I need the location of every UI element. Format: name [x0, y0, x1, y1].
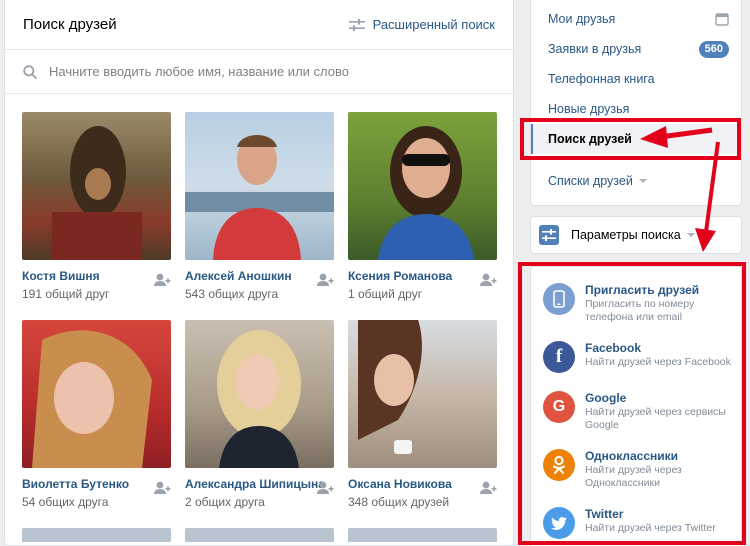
photo-art — [32, 330, 152, 468]
person-photo[interactable] — [22, 320, 171, 468]
menu-item-label: Списки друзей — [548, 174, 633, 188]
person-photo-partial[interactable] — [185, 528, 334, 542]
sliders-icon — [348, 18, 365, 31]
photo-art — [185, 135, 334, 260]
menu-item-requests[interactable]: Заявки в друзья 560 — [531, 34, 741, 64]
person-photo[interactable] — [348, 320, 497, 468]
people-grid: Костя Вишня 191 общий друг Алексей Аношк… — [22, 112, 497, 542]
requests-count-badge: 560 — [698, 40, 729, 58]
add-friend-icon[interactable] — [479, 479, 497, 497]
add-friend-icon[interactable] — [153, 479, 171, 497]
panel-header: Поиск друзей Расширенный поиск — [5, 0, 513, 50]
mutual-friends: 543 общих друга — [185, 287, 279, 301]
person-photo[interactable] — [348, 112, 497, 260]
photo-art — [52, 126, 142, 260]
menu-item-my-friends[interactable]: Мои друзья — [531, 4, 741, 34]
chevron-down-icon — [638, 179, 647, 183]
person-name[interactable]: Костя Вишня — [22, 269, 100, 283]
search-icon — [23, 64, 37, 79]
person-card: Костя Вишня 191 общий друг — [22, 112, 171, 320]
photo-art — [358, 320, 422, 454]
add-friend-icon[interactable] — [479, 271, 497, 289]
person-photo[interactable] — [185, 320, 334, 468]
add-friend-icon[interactable] — [153, 271, 171, 289]
person-card: Александра Шипицына 2 общих друга — [185, 320, 334, 528]
friends-search-panel: Поиск друзей Расширенный поиск Костя Виш… — [4, 0, 514, 546]
photo-art — [378, 126, 474, 260]
menu-item-label: Заявки в друзья — [548, 42, 642, 56]
menu-item-label: Новые друзья — [548, 102, 630, 116]
person-name[interactable]: Виолетта Бутенко — [22, 477, 129, 491]
person-photo[interactable] — [185, 112, 334, 260]
search-input[interactable] — [49, 64, 495, 79]
mutual-friends: 2 общих друга — [185, 495, 265, 509]
advanced-search-link[interactable]: Расширенный поиск — [348, 17, 495, 32]
page-title: Поиск друзей — [23, 16, 117, 33]
menu-item-label: Мои друзья — [548, 12, 616, 26]
add-friend-icon[interactable] — [316, 479, 334, 497]
menu-item-label: Телефонная книга — [548, 72, 655, 86]
person-name[interactable]: Ксения Романова — [348, 269, 452, 283]
calendar-icon[interactable] — [715, 12, 729, 26]
mutual-friends: 54 общих друга — [22, 495, 109, 509]
highlight-box-find-friends — [520, 118, 741, 160]
person-card: Виолетта Бутенко 54 общих друга — [22, 320, 171, 528]
mutual-friends: 191 общий друг — [22, 287, 110, 301]
person-card: Оксана Новикова 348 общих друзей — [348, 320, 497, 528]
person-photo[interactable] — [22, 112, 171, 260]
chevron-down-icon — [686, 233, 695, 237]
highlight-box-invite — [518, 262, 746, 545]
person-card: Ксения Романова 1 общий друг — [348, 112, 497, 320]
person-name[interactable]: Алексей Аношкин — [185, 269, 292, 283]
menu-item-phonebook[interactable]: Телефонная книга — [531, 64, 741, 94]
mutual-friends: 348 общих друзей — [348, 495, 450, 509]
add-friend-icon[interactable] — [316, 271, 334, 289]
person-photo-partial[interactable] — [22, 528, 171, 542]
person-photo-partial[interactable] — [348, 528, 497, 542]
advanced-search-label: Расширенный поиск — [372, 17, 495, 32]
filters-icon — [539, 225, 559, 245]
photo-art — [217, 330, 301, 468]
search-params-label: Параметры поиска — [571, 228, 681, 242]
person-name[interactable]: Александра Шипицына — [185, 477, 325, 491]
person-card: Алексей Аношкин 543 общих друга — [185, 112, 334, 320]
person-name[interactable]: Оксана Новикова — [348, 477, 452, 491]
menu-item-friend-lists[interactable]: Списки друзей — [531, 166, 741, 196]
search-params-dropdown[interactable]: Параметры поиска — [530, 216, 742, 254]
search-bar — [5, 50, 513, 94]
friends-menu: Мои друзья Заявки в друзья 560 Телефонна… — [530, 0, 742, 206]
mutual-friends: 1 общий друг — [348, 287, 423, 301]
